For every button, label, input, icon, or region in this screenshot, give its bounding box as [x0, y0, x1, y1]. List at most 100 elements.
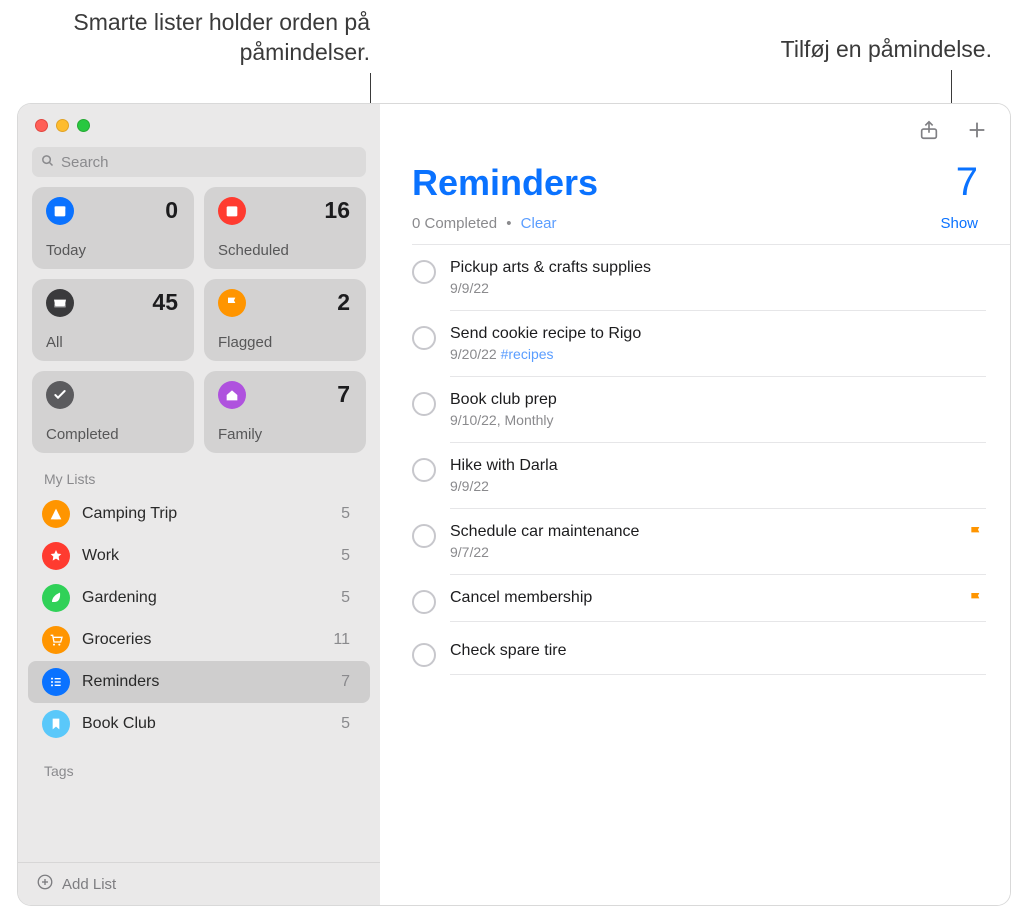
smart-list-label: Flagged [218, 334, 272, 351]
tags-header: Tags [18, 745, 380, 785]
list-item-label: Reminders [82, 673, 341, 691]
add-list-button[interactable]: Add List [18, 862, 380, 905]
reminder-item[interactable]: Schedule car maintenance 9/7/22 [412, 509, 986, 575]
reminder-tag[interactable]: #recipes [501, 346, 554, 362]
annotation-left-text: Smarte lister holder orden på påmindelse… [73, 9, 370, 65]
calendar-lines-icon [218, 197, 246, 225]
show-button[interactable]: Show [940, 215, 978, 232]
annotation-right-text: Tilføj en påmindelse. [781, 36, 992, 62]
reminder-checkbox[interactable] [412, 326, 436, 350]
list-count: 7 [956, 160, 978, 205]
list-item-count: 5 [341, 547, 350, 565]
list-item-label: Work [82, 547, 341, 565]
list-item-count: 5 [341, 715, 350, 733]
flag-icon [968, 525, 984, 546]
list-icon [42, 668, 70, 696]
reminder-item[interactable]: Send cookie recipe to Rigo 9/20/22 #reci… [412, 311, 986, 377]
clear-button[interactable]: Clear [521, 215, 557, 232]
smart-list-family[interactable]: 7 Family [204, 371, 366, 453]
smart-list-completed[interactable]: Completed [32, 371, 194, 453]
list-item-label: Gardening [82, 589, 341, 607]
list-item-gardening[interactable]: Gardening 5 [28, 577, 370, 619]
smart-list-count: 2 [337, 289, 350, 316]
close-button[interactable] [35, 119, 48, 132]
svg-text:18: 18 [57, 210, 64, 216]
flag-icon [968, 591, 984, 612]
list-item-work[interactable]: Work 5 [28, 535, 370, 577]
flag-icon [218, 289, 246, 317]
reminder-meta: 9/10/22, Monthly [450, 412, 986, 428]
reminder-text: Book club prep [450, 391, 986, 409]
reminder-checkbox[interactable] [412, 524, 436, 548]
smart-list-count: 16 [324, 197, 350, 224]
reminder-item[interactable]: Cancel membership [412, 575, 986, 628]
bookmark-icon [42, 710, 70, 738]
list-item-camping-trip[interactable]: Camping Trip 5 [28, 493, 370, 535]
list-item-label: Book Club [82, 715, 341, 733]
add-list-label: Add List [62, 876, 116, 893]
tent-icon [42, 500, 70, 528]
smart-list-today[interactable]: 18 0 Today [32, 187, 194, 269]
sidebar: 18 0 Today 16 Scheduled 45 All 2 Flagged… [18, 104, 380, 905]
cart-icon [42, 626, 70, 654]
list-title: Reminders [412, 162, 598, 204]
list-item-label: Camping Trip [82, 505, 341, 523]
reminder-meta: 9/9/22 [450, 478, 986, 494]
reminder-item[interactable]: Book club prep 9/10/22, Monthly [412, 377, 986, 443]
reminder-checkbox[interactable] [412, 590, 436, 614]
star-icon [42, 542, 70, 570]
list-item-label: Groceries [82, 631, 333, 649]
inbox-icon [46, 289, 74, 317]
add-reminder-button[interactable] [962, 118, 992, 146]
search-input[interactable] [61, 154, 358, 171]
reminder-item[interactable]: Pickup arts & crafts supplies 9/9/22 [412, 245, 986, 311]
reminder-checkbox[interactable] [412, 643, 436, 667]
reminders-window: 18 0 Today 16 Scheduled 45 All 2 Flagged… [17, 103, 1011, 906]
check-icon [46, 381, 74, 409]
reminder-text: Schedule car maintenance [450, 523, 986, 541]
list-item-count: 7 [341, 673, 350, 691]
fullscreen-button[interactable] [77, 119, 90, 132]
share-button[interactable] [914, 118, 944, 146]
list-item-count: 5 [341, 505, 350, 523]
list-item-count: 5 [341, 589, 350, 607]
main-panel: Reminders 7 0 Completed • Clear Show Pic… [380, 104, 1010, 905]
reminder-item[interactable]: Hike with Darla 9/9/22 [412, 443, 986, 509]
annotation-left: Smarte lister holder orden på påmindelse… [20, 8, 370, 68]
minimize-button[interactable] [56, 119, 69, 132]
smart-list-flagged[interactable]: 2 Flagged [204, 279, 366, 361]
share-icon [918, 119, 940, 146]
smart-list-label: Scheduled [218, 242, 289, 259]
reminder-text: Check spare tire [450, 642, 986, 660]
completed-text: 0 Completed [412, 215, 497, 232]
reminder-meta: 9/7/22 [450, 544, 986, 560]
annotation-right: Tilføj en påmindelse. [692, 35, 992, 65]
my-lists-header: My Lists [18, 453, 380, 493]
smart-list-count: 45 [152, 289, 178, 316]
reminder-meta: 9/20/22 #recipes [450, 346, 986, 362]
plus-circle-icon [36, 873, 54, 895]
list-item-reminders[interactable]: Reminders 7 [28, 661, 370, 703]
smart-list-count: 7 [337, 381, 350, 408]
toolbar [380, 104, 1010, 146]
reminder-checkbox[interactable] [412, 260, 436, 284]
calendar-icon: 18 [46, 197, 74, 225]
reminder-text: Pickup arts & crafts supplies [450, 259, 986, 277]
reminder-text: Cancel membership [450, 589, 986, 607]
smart-list-count: 0 [165, 197, 178, 224]
reminder-checkbox[interactable] [412, 392, 436, 416]
plus-icon [966, 119, 988, 146]
reminder-item[interactable]: Check spare tire [412, 628, 986, 681]
list-item-groceries[interactable]: Groceries 11 [28, 619, 370, 661]
reminder-checkbox[interactable] [412, 458, 436, 482]
smart-list-label: All [46, 334, 63, 351]
search-field[interactable] [32, 147, 366, 177]
smart-list-scheduled[interactable]: 16 Scheduled [204, 187, 366, 269]
list-item-book-club[interactable]: Book Club 5 [28, 703, 370, 745]
smart-list-label: Completed [46, 426, 119, 443]
leaf-icon [42, 584, 70, 612]
window-controls [18, 104, 380, 132]
smart-list-all[interactable]: 45 All [32, 279, 194, 361]
house-icon [218, 381, 246, 409]
search-icon [40, 153, 61, 171]
